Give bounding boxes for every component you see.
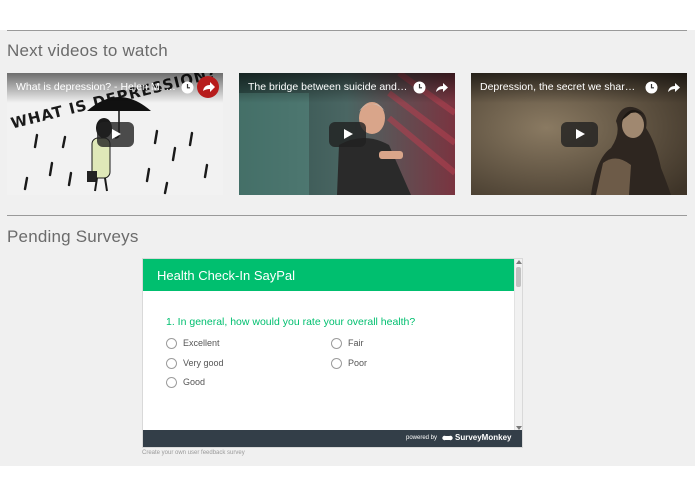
survey-scrollbar[interactable] xyxy=(514,259,522,431)
videos-heading: Next videos to watch xyxy=(7,41,168,60)
video-card-1[interactable]: WHAT IS DEPRESSION? What is depression? … xyxy=(7,73,223,195)
radio-button[interactable] xyxy=(331,338,342,349)
option-fair[interactable]: Fair xyxy=(331,337,451,351)
survey-question: 1. In general, how would you rate your o… xyxy=(166,316,416,328)
share-icon[interactable] xyxy=(667,81,681,94)
play-button[interactable] xyxy=(97,122,134,147)
play-button[interactable] xyxy=(561,122,598,147)
section-divider xyxy=(7,30,687,31)
video-title[interactable]: Depression, the secret we share | A... xyxy=(480,81,640,93)
surveys-heading: Pending Surveys xyxy=(7,227,139,246)
radio-button[interactable] xyxy=(166,338,177,349)
clock-icon[interactable] xyxy=(645,81,658,94)
option-label: Poor xyxy=(348,358,368,368)
share-icon xyxy=(203,82,215,92)
scroll-up-arrow[interactable] xyxy=(516,260,522,264)
video-card-3[interactable]: Depression, the secret we share | A... xyxy=(471,73,687,195)
surveymonkey-logo[interactable]: SurveyMonkey xyxy=(442,433,511,442)
survey-footer: powered by SurveyMonkey xyxy=(143,430,522,447)
option-label: Good xyxy=(183,377,206,387)
video-card-2[interactable]: The bridge between suicide and life... xyxy=(239,73,455,195)
radio-button[interactable] xyxy=(166,377,177,388)
option-good[interactable]: Good xyxy=(166,376,286,390)
survey-embed: Health Check-In SayPal 1. In general, ho… xyxy=(142,258,523,448)
video-title[interactable]: The bridge between suicide and life... xyxy=(248,81,408,93)
clock-icon[interactable] xyxy=(181,81,194,94)
surveymonkey-icon xyxy=(442,435,453,441)
survey-header: Health Check-In SayPal xyxy=(143,259,515,291)
section-divider xyxy=(7,215,687,216)
powered-by-label: powered by xyxy=(406,435,438,441)
scroll-thumb[interactable] xyxy=(516,267,521,287)
option-poor[interactable]: Poor xyxy=(331,357,451,371)
play-button[interactable] xyxy=(329,122,366,147)
radio-button[interactable] xyxy=(331,358,342,369)
clock-icon[interactable] xyxy=(413,81,426,94)
video-title[interactable]: What is depression? - Helen M. Farr... xyxy=(16,81,176,93)
share-icon[interactable] xyxy=(435,81,449,94)
page: Next videos to watch WHAT IS DEPRESSION? xyxy=(0,0,695,494)
create-survey-link[interactable]: Create your own user feedback survey xyxy=(142,450,245,456)
option-very-good[interactable]: Very good xyxy=(166,357,286,371)
top-strip xyxy=(0,0,695,30)
option-label: Fair xyxy=(348,338,364,348)
share-button[interactable] xyxy=(197,76,219,98)
radio-button[interactable] xyxy=(166,358,177,369)
option-label: Very good xyxy=(183,358,224,368)
survey-title: Health Check-In SayPal xyxy=(157,268,296,283)
option-label: Excellent xyxy=(183,338,220,348)
option-excellent[interactable]: Excellent xyxy=(166,337,286,351)
brand-name: SurveyMonkey xyxy=(455,433,512,442)
